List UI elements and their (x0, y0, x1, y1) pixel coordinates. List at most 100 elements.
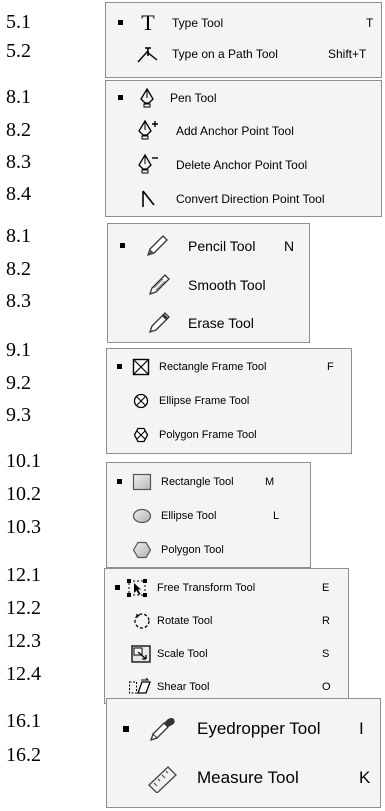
menu-item-eyedropper-tool[interactable]: Eyedropper Tool I (107, 707, 380, 751)
shortcut-key: R (322, 615, 330, 627)
selected-bullet-icon (118, 20, 123, 25)
menu-item-pen-tool[interactable]: Pen Tool (106, 83, 381, 113)
menu-item-ellipse-frame-tool[interactable]: Ellipse Frame Tool (107, 385, 351, 417)
selected-bullet-icon (115, 585, 120, 590)
frame-tool-menu: Rectangle Frame Tool F Ellipse Frame Too… (106, 348, 352, 454)
menu-item-convert-direction-point-tool[interactable]: Convert Direction Point Tool (106, 183, 381, 215)
ref-number: 16.1 (6, 710, 41, 732)
shortcut-key: T (366, 16, 374, 30)
ref-number: 12.3 (6, 630, 41, 652)
type-icon: T (136, 9, 160, 37)
menu-item-label: Rectangle Frame Tool (159, 361, 267, 373)
svg-text:T: T (141, 11, 155, 35)
ref-number: 16.2 (6, 744, 41, 766)
ref-number: 10.2 (6, 483, 41, 505)
menu-item-free-transform-tool[interactable]: Free Transform Tool E (105, 572, 348, 604)
menu-item-delete-anchor-point-tool[interactable]: Delete Anchor Point Tool (106, 149, 381, 181)
free-transform-icon (125, 577, 149, 599)
pencil-tool-menu: Pencil Tool N Smooth Tool Erase Tool (107, 223, 310, 343)
selected-bullet-icon (123, 726, 129, 732)
menu-item-polygon-tool[interactable]: Polygon Tool (107, 534, 310, 566)
menu-item-pencil-tool[interactable]: Pencil Tool N (108, 228, 309, 264)
menu-item-label: Polygon Frame Tool (159, 429, 257, 441)
shortcut-key: F (327, 361, 334, 373)
menu-item-measure-tool[interactable]: Measure Tool K (107, 755, 380, 801)
menu-item-label: Measure Tool (197, 768, 299, 787)
ref-number: 8.1 (6, 86, 31, 108)
shear-icon (127, 677, 153, 697)
menu-item-rectangle-frame-tool[interactable]: Rectangle Frame Tool F (107, 351, 351, 383)
ref-number: 10.1 (6, 450, 41, 472)
menu-item-label: Ellipse Frame Tool (159, 395, 250, 407)
menu-item-ellipse-tool[interactable]: Ellipse Tool L (107, 500, 310, 532)
selected-bullet-icon (120, 243, 125, 248)
shortcut-key: Shift+T (328, 47, 367, 61)
menu-item-label: Pen Tool (170, 91, 217, 105)
shortcut-key: S (322, 648, 330, 660)
shortcut-key: O (322, 681, 331, 693)
menu-item-smooth-tool[interactable]: Smooth Tool (108, 268, 309, 302)
rotate-icon (131, 610, 153, 632)
menu-item-label: Rectangle Tool (161, 476, 234, 488)
add-anchor-icon (136, 118, 162, 144)
ref-number: 9.3 (6, 404, 31, 426)
ref-number: 10.3 (6, 516, 41, 538)
ref-number: 12.1 (6, 564, 41, 586)
menu-item-label: Pencil Tool (188, 238, 256, 254)
menu-item-rotate-tool[interactable]: Rotate Tool R (105, 605, 348, 637)
menu-item-scale-tool[interactable]: Scale Tool S (105, 638, 348, 670)
delete-anchor-icon (136, 152, 162, 178)
shape-tool-menu: Rectangle Tool M Ellipse Tool L Polygon … (106, 462, 311, 568)
menu-item-label: Rotate Tool (157, 615, 213, 627)
ref-number: 8.2 (6, 258, 31, 280)
menu-item-rectangle-tool[interactable]: Rectangle Tool M (107, 466, 310, 498)
shortcut-key: L (273, 510, 280, 522)
eyedropper-tool-menu: Eyedropper Tool I Measure Tool K (106, 698, 381, 808)
ref-number: 8.2 (6, 119, 31, 141)
pen-tool-menu: Pen Tool Add Anchor Point Tool Delete An… (105, 80, 382, 217)
menu-item-type-on-path-tool[interactable]: Type on a Path Tool Shift+T (106, 39, 381, 69)
ref-number: 12.2 (6, 597, 41, 619)
polygon-frame-icon (132, 426, 150, 444)
ref-number: 8.1 (6, 225, 31, 247)
selected-bullet-icon (117, 479, 122, 484)
ellipse-icon (131, 507, 153, 525)
shortcut-key: M (265, 476, 275, 488)
menu-item-label: Ellipse Tool (161, 510, 217, 522)
menu-item-label: Eyedropper Tool (197, 719, 321, 738)
menu-item-label: Delete Anchor Point Tool (176, 158, 308, 172)
menu-item-label: Type on a Path Tool (172, 47, 278, 61)
ref-number: 8.4 (6, 183, 31, 205)
ref-number: 9.2 (6, 372, 31, 394)
menu-item-polygon-frame-tool[interactable]: Polygon Frame Tool (107, 419, 351, 451)
shortcut-key: E (322, 582, 330, 594)
ref-number: 12.4 (6, 663, 41, 685)
erase-icon (144, 308, 174, 338)
menu-item-label: Erase Tool (188, 315, 254, 331)
convert-direction-icon (138, 188, 158, 210)
shortcut-key: N (284, 238, 295, 254)
type-tool-menu: T Type Tool T Type on a Path Tool Shift+… (105, 2, 382, 78)
rectangle-frame-icon (131, 357, 151, 377)
ref-number: 5.1 (6, 11, 31, 33)
menu-item-erase-tool[interactable]: Erase Tool (108, 306, 309, 340)
selected-bullet-icon (118, 95, 123, 100)
pencil-icon (142, 231, 172, 261)
ref-number: 5.2 (6, 40, 31, 62)
eyedropper-icon (145, 712, 179, 746)
pen-icon (136, 86, 158, 110)
menu-item-label: Free Transform Tool (157, 582, 256, 594)
menu-item-label: Polygon Tool (161, 544, 224, 556)
smooth-icon (144, 270, 174, 300)
menu-item-label: Smooth Tool (188, 277, 266, 293)
type-on-path-icon (134, 41, 162, 67)
menu-item-label: Add Anchor Point Tool (176, 124, 294, 138)
menu-item-add-anchor-point-tool[interactable]: Add Anchor Point Tool (106, 115, 381, 147)
polygon-icon (131, 540, 153, 560)
ellipse-frame-icon (132, 392, 150, 410)
menu-item-label: Type Tool (172, 16, 224, 30)
menu-item-type-tool[interactable]: T Type Tool T (106, 9, 381, 37)
scale-icon (129, 643, 153, 665)
ref-number: 9.1 (6, 339, 31, 361)
rectangle-icon (131, 472, 153, 492)
